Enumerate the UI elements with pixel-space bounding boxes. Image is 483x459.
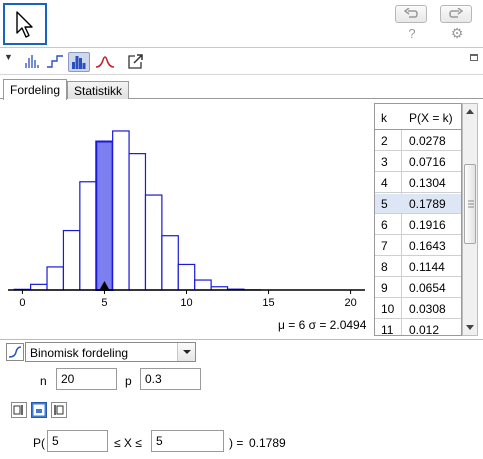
table-row[interactable]: 3 0.0716 (375, 152, 461, 172)
distribution-chart: 0 5 10 15 20 (2, 100, 371, 338)
chevron-down-icon[interactable] (177, 343, 195, 361)
bar (161, 235, 179, 291)
table-row[interactable]: 4 0.1304 (375, 173, 461, 193)
redo-button[interactable] (440, 5, 472, 23)
normal-curve-icon[interactable] (95, 52, 117, 72)
undo-icon (404, 8, 418, 18)
n-label: n (40, 374, 47, 388)
p-input[interactable]: 0.3 (140, 368, 201, 390)
cell-probability: 0.1643 (409, 239, 446, 253)
interval-icon (33, 404, 45, 416)
table-row[interactable]: 2 0.0278 (375, 131, 461, 151)
column-header-probability: P(X = k) (409, 111, 453, 125)
bar-highlighted (95, 140, 114, 291)
tab-statistikk[interactable]: Statistikk (67, 81, 130, 99)
redo-icon (449, 8, 463, 18)
right-sided-icon (54, 405, 64, 415)
table-row[interactable]: 11 0.012 (375, 320, 461, 336)
gear-icon[interactable]: ⚙ (449, 25, 465, 42)
upper-bound-input[interactable]: 5 (151, 430, 224, 452)
table-row[interactable]: 9 0.0654 (375, 278, 461, 298)
cell-probability: 0.0654 (409, 281, 446, 295)
probability-prefix: P( (33, 436, 45, 450)
table-scrollbar[interactable] (462, 103, 478, 336)
tab-bar: Fordeling Statistikk (0, 76, 483, 100)
cell-k: 7 (381, 239, 388, 253)
interval-button[interactable] (31, 402, 47, 418)
distribution-dropdown[interactable]: Binomisk fordeling (25, 342, 196, 362)
probability-table: k P(X = k) 2 0.0278 3 0.0716 4 0.1304 5 0.1789 6… (374, 103, 462, 336)
move-tool-button[interactable] (3, 3, 47, 45)
bar-chart-lines-icon[interactable] (22, 52, 44, 72)
collapse-triangle-icon[interactable]: ▼ (4, 52, 13, 62)
mean-sd-readout: μ = 6 σ = 2.0494 (278, 318, 367, 332)
distribution-selected: Binomisk fordeling (30, 346, 129, 360)
cell-probability: 0.0308 (409, 302, 446, 316)
x-tick-label: 0 (19, 297, 25, 309)
x-tick-label: 5 (101, 297, 107, 309)
panel-divider (0, 339, 483, 340)
bar (194, 279, 212, 291)
bar (62, 229, 81, 291)
scroll-thumb[interactable] (464, 164, 476, 244)
x-tick-label: 20 (344, 297, 356, 309)
cell-k: 10 (381, 302, 395, 316)
cumulative-curve-icon (8, 346, 22, 358)
undo-button[interactable] (395, 5, 427, 23)
probability-result: 0.1789 (249, 436, 286, 450)
left-sided-icon (13, 405, 23, 415)
right-sided-button[interactable] (51, 402, 67, 418)
x-tick-label: 10 (180, 297, 192, 309)
cell-probability: 0.1144 (409, 260, 445, 274)
bar (177, 263, 196, 291)
cell-k: 2 (381, 134, 388, 148)
p-label: p (125, 374, 132, 388)
chart-canvas: 0 5 10 15 20 (8, 130, 365, 309)
bar (112, 130, 130, 291)
table-row[interactable]: 7 0.1643 (375, 236, 461, 256)
export-icon[interactable] (126, 52, 148, 72)
cell-k: 8 (381, 260, 388, 274)
probability-relation: ≤ X ≤ (114, 436, 142, 450)
cell-probability: 0.012 (409, 323, 440, 336)
cursor-arrow-icon (16, 11, 33, 38)
probability-suffix: ) = (229, 436, 244, 450)
cell-k: 4 (381, 176, 388, 190)
scroll-up-icon[interactable] (463, 104, 477, 120)
cell-k: 3 (381, 155, 388, 169)
cell-k: 9 (381, 281, 388, 295)
main-toolbar: ? ⚙ (0, 0, 483, 48)
left-sided-button[interactable] (11, 402, 27, 418)
table-row[interactable]: 10 0.0308 (375, 299, 461, 319)
bar (144, 194, 163, 291)
histogram-icon[interactable] (68, 52, 90, 72)
help-button[interactable]: ? (404, 26, 420, 41)
table-row[interactable]: 6 0.1916 (375, 215, 461, 235)
step-chart-icon[interactable] (45, 52, 67, 72)
bar (30, 283, 48, 291)
cell-probability: 0.1789 (409, 197, 446, 211)
bar (79, 181, 97, 291)
view-toolbar: ▼ (0, 49, 483, 75)
cell-probability: 0.0716 (409, 155, 446, 169)
bar (46, 266, 65, 291)
table-row[interactable]: 8 0.1144 (375, 257, 461, 277)
bar (128, 153, 147, 291)
x-tick-label: 15 (262, 297, 274, 309)
scroll-down-icon[interactable] (463, 319, 477, 335)
cell-probability: 0.0278 (409, 134, 446, 148)
tab-fordeling[interactable]: Fordeling (3, 79, 68, 100)
cell-k: 11 (381, 323, 394, 336)
lower-bound-input[interactable]: 5 (47, 430, 108, 452)
table-header: k P(X = k) (375, 104, 461, 130)
column-header-k: k (381, 111, 387, 125)
cell-probability: 0.1916 (409, 218, 446, 232)
cell-k: 6 (381, 218, 388, 232)
cumulative-toggle-button[interactable] (6, 343, 24, 361)
n-input[interactable]: 20 (56, 368, 117, 390)
window-restore-icon[interactable] (470, 54, 478, 61)
cell-k: 5 (381, 197, 388, 211)
table-row[interactable]: 5 0.1789 (375, 194, 461, 214)
cell-probability: 0.1304 (409, 176, 446, 190)
